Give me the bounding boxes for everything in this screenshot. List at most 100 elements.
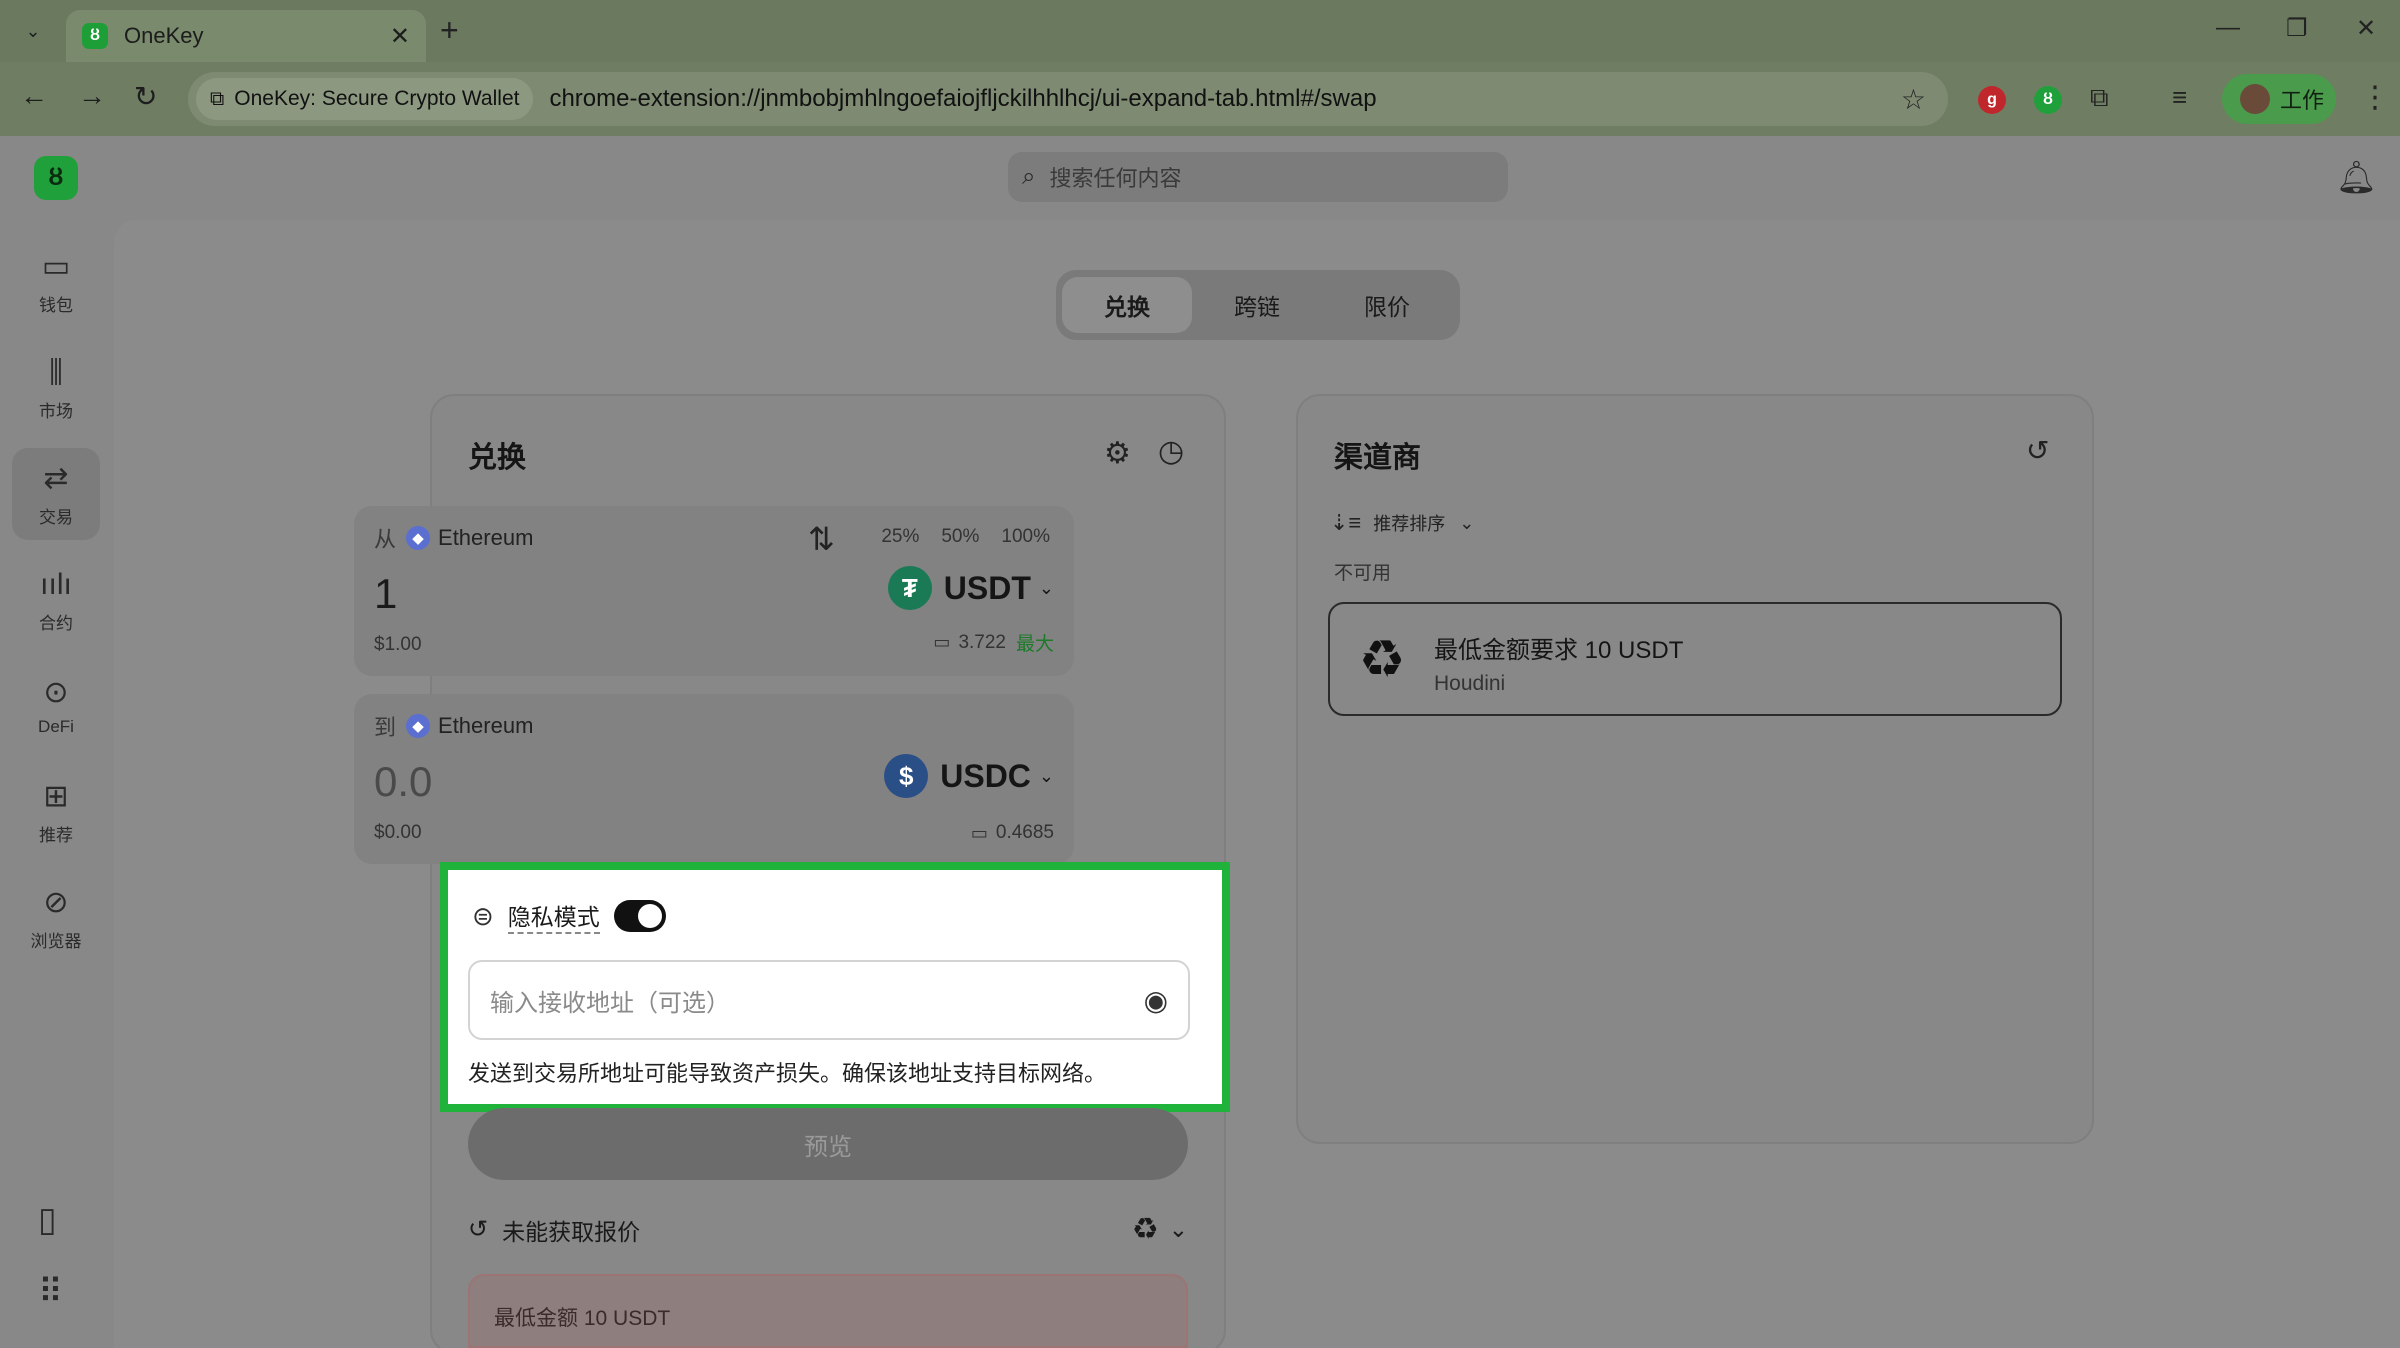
swap-card-title: 兑换 (468, 442, 527, 474)
new-tab-button[interactable]: + (440, 14, 459, 46)
browser-toolbar: ← → ↻ ⧉ OneKey: Secure Crypto Wallet chr… (0, 62, 2400, 136)
media-control-icon[interactable]: ≡ (2172, 82, 2187, 113)
gift-icon: ⊞ (43, 779, 69, 813)
percent-buttons: 25% 50% 100% (881, 526, 1050, 548)
profile-button[interactable]: 工作 (2222, 74, 2336, 124)
sidebar-item-referral[interactable]: ⊞ 推荐 (12, 766, 100, 858)
from-token-selector[interactable]: ₮ USDT ⌄ (887, 566, 1054, 610)
from-dir-label: 从 (374, 527, 397, 552)
refresh-icon[interactable]: ↺ (2026, 434, 2049, 467)
usdc-icon: $ (884, 754, 929, 798)
sidebar-item-wallet[interactable]: ▭ 钱包 (12, 236, 100, 328)
site-info-chip[interactable]: ⧉ OneKey: Secure Crypto Wallet (196, 78, 534, 120)
perps-icon: ıılı (40, 567, 72, 601)
apps-grid-icon[interactable]: ⠿ (38, 1272, 63, 1312)
chevron-down-icon[interactable]: ⌄ (1169, 1216, 1188, 1243)
wallet-icon: ▭ (933, 632, 951, 652)
swap-icon: ⇄ (43, 461, 69, 495)
search-icon: ⌕ (1022, 163, 1036, 190)
from-chain-selector[interactable]: 从 ◆ Ethereum (374, 522, 533, 554)
ethereum-icon: ◆ (406, 526, 431, 550)
sidebar-item-defi[interactable]: ⊙ DeFi (12, 660, 100, 752)
address-book-icon[interactable]: ◉ (1144, 984, 1168, 1017)
quote-status-text: 未能获取报价 (502, 1218, 641, 1245)
browser-tab[interactable]: ȣ OneKey ✕ (66, 10, 426, 62)
from-balance: ▭ 3.722 最大 (933, 629, 1054, 656)
unavailable-label: 不可用 (1334, 563, 1392, 584)
sidebar-item-label: 推荐 (39, 825, 73, 845)
history-clock-icon[interactable]: ◷ (1158, 434, 1184, 469)
sidebar-item-perps[interactable]: ıılı 合约 (12, 554, 100, 646)
tab-swap[interactable]: 兑换 (1062, 277, 1192, 333)
pct-25-button[interactable]: 25% (881, 526, 919, 548)
privacy-mode-row: ⊜ 隐私模式 (472, 898, 666, 934)
wallet-icon: ▭ (970, 822, 988, 843)
extension-red-icon[interactable]: g (1978, 86, 2006, 114)
privacy-mode-toggle[interactable] (613, 900, 666, 932)
url-text[interactable]: chrome-extension://jnmbobjmhlngoefaiojfl… (549, 85, 1900, 113)
reload-button[interactable]: ↻ (134, 80, 157, 113)
sidebar-item-label: 合约 (39, 613, 73, 633)
notification-bell-icon[interactable]: 🔔︎ (2336, 158, 2377, 196)
toggle-knob (637, 904, 662, 928)
provider-card-title: 渠道商 (1334, 442, 1422, 474)
from-chain-name: Ethereum (438, 525, 534, 550)
address-warning-text: 发送到交易所地址可能导致资产损失。确保该地址支持目标网络。 (468, 1061, 1107, 1086)
address-placeholder: 输入接收地址（可选） (490, 989, 730, 1017)
wallet-icon: ▭ (41, 249, 71, 283)
sidebar-item-market[interactable]: ⫼ 市场 (12, 342, 100, 434)
pct-50-button[interactable]: 50% (941, 526, 979, 548)
compass-icon: ⊘ (43, 885, 69, 919)
tab-bridge[interactable]: 跨链 (1192, 277, 1322, 333)
sort-label: 推荐排序 (1373, 514, 1446, 534)
forward-button[interactable]: → (78, 80, 106, 112)
minimize-button[interactable]: — (2216, 14, 2240, 42)
bookmark-star-icon[interactable]: ☆ (1901, 83, 1926, 116)
browser-menu-icon[interactable]: ⋮ (2360, 80, 2390, 115)
sidebar-item-label: 钱包 (39, 295, 73, 315)
close-window-button[interactable]: ✕ (2356, 14, 2376, 43)
to-dir-label: 到 (374, 715, 397, 740)
refresh-icon[interactable]: ↺ (468, 1215, 488, 1244)
extensions-puzzle-icon[interactable]: ⧉ (2090, 82, 2109, 114)
restore-button[interactable]: ❐ (2286, 14, 2308, 43)
to-token-selector[interactable]: $ USDC ⌄ (884, 754, 1054, 798)
to-token-symbol: USDC (940, 757, 1031, 794)
from-token-panel: 从 ◆ Ethereum 25% 50% 100% 1 ₮ USDT ⌄ $1.… (354, 506, 1074, 676)
extension-onekey-icon[interactable]: ȣ (2034, 86, 2062, 114)
to-chain-selector[interactable]: 到 ◆ Ethereum (374, 710, 533, 742)
onekey-logo-icon[interactable]: ȣ (34, 156, 78, 200)
chevron-down-icon: ⌄ (1038, 765, 1054, 786)
provider-item[interactable]: ♻︎ 最低金额要求 10 USDT Houdini (1328, 602, 2062, 716)
privacy-mode-label: 隐私模式 (507, 898, 600, 934)
swap-mode-tabs: 兑换 跨链 限价 (1056, 270, 1460, 340)
max-button[interactable]: 最大 (1016, 629, 1054, 656)
market-icon: ⫼ (49, 355, 63, 389)
tab-limit[interactable]: 限价 (1322, 277, 1452, 333)
sidebar-item-label: 市场 (39, 401, 73, 421)
tab-search-button[interactable]: ⌄ (14, 12, 52, 50)
back-button[interactable]: ← (20, 80, 48, 112)
recipient-address-input[interactable]: 输入接收地址（可选） ◉ (468, 960, 1190, 1040)
to-balance-value: 0.4685 (995, 822, 1054, 843)
switch-direction-icon[interactable]: ⇅ (808, 520, 835, 558)
sort-icon: ⇣≡ (1330, 510, 1362, 535)
settings-sliders-icon[interactable]: ⚙︎ (1104, 436, 1131, 471)
address-bar[interactable]: ⧉ OneKey: Secure Crypto Wallet chrome-ex… (188, 72, 1948, 126)
global-search-input[interactable]: ⌕ 搜索任何内容 (1008, 152, 1508, 202)
to-balance: ▭ 0.4685 (971, 822, 1054, 844)
sort-selector[interactable]: ⇣≡ 推荐排序 ⌄ (1330, 510, 1474, 536)
device-icon[interactable]: ▯ (38, 1200, 57, 1240)
usdt-icon: ₮ (887, 566, 932, 610)
sidebar-item-swap[interactable]: ⇄ 交易 (12, 448, 100, 540)
browser-tab-bar: ⌄ ȣ OneKey ✕ + — ❐ ✕ (0, 0, 2400, 62)
search-placeholder: 搜索任何内容 (1049, 166, 1182, 191)
sidebar-item-label: 交易 (39, 507, 73, 527)
pct-100-button[interactable]: 100% (1001, 526, 1050, 548)
provider-name: Houdini (1434, 672, 1506, 695)
profile-label: 工作 (2280, 88, 2325, 113)
sidebar-item-browser[interactable]: ⊘ 浏览器 (12, 872, 100, 964)
preview-button[interactable]: 预览 (468, 1108, 1188, 1180)
close-tab-icon[interactable]: ✕ (390, 22, 410, 51)
from-amount-input[interactable]: 1 (374, 570, 397, 618)
